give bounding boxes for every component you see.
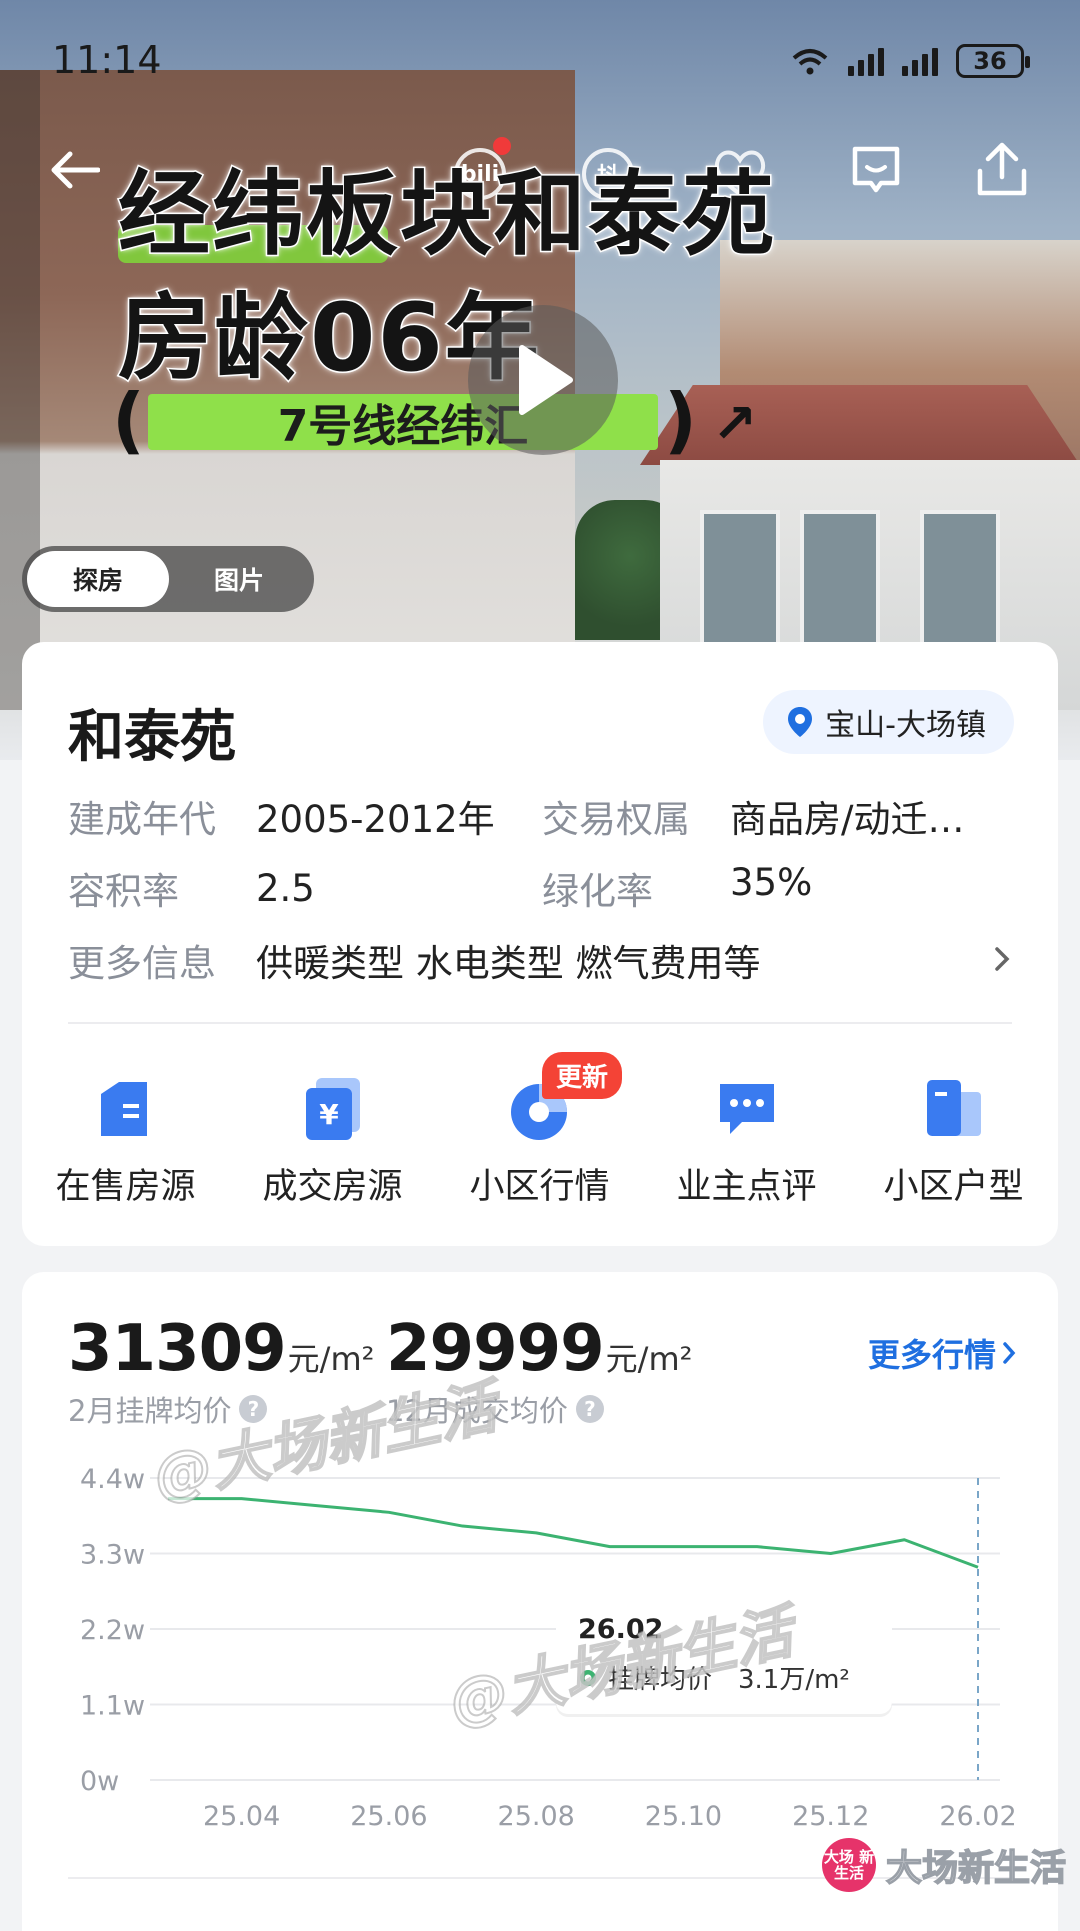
- green-rate-label: 绿化率: [542, 870, 653, 913]
- status-bar: 11:14 36: [0, 0, 1080, 110]
- paren-open: (: [112, 378, 145, 462]
- action-row: 在售房源 ¥ 成交房源 小区行情 业主点评 小区户型 更新: [22, 1052, 1058, 1209]
- plot-ratio-label: 容积率: [68, 870, 179, 913]
- series-line: [168, 1497, 979, 1569]
- y-tick-label: 3.3w: [80, 1540, 145, 1571]
- brand-logo: 大场 新生活: [822, 1838, 876, 1892]
- y-tick-label: 2.2w: [80, 1615, 145, 1646]
- action-label-floorplans: 小区户型: [883, 1167, 1024, 1207]
- info-row-year: 建成年代 2005-2012年 交易权属 商品房/动迁…: [68, 780, 1018, 852]
- tab-photos[interactable]: 图片: [169, 551, 309, 607]
- brand-watermark: 大场 新生活 大场新生活: [822, 1838, 1067, 1892]
- chat-button[interactable]: [846, 140, 906, 200]
- brand-name: 大场新生活: [885, 1847, 1067, 1890]
- action-label-reviews: 业主点评: [676, 1167, 817, 1207]
- community-info-card: 和泰苑 宝山-大场镇 建成年代 2005-2012年 交易权属 商品房/动迁… …: [22, 642, 1058, 1246]
- chevron-right-icon: [995, 947, 1010, 971]
- location-pill[interactable]: 宝山-大场镇: [763, 690, 1014, 754]
- svg-text:¥: ¥: [319, 1098, 339, 1131]
- chat-icon: [852, 146, 900, 193]
- update-badge: 更新: [542, 1052, 623, 1099]
- status-time: 11:14: [52, 38, 162, 82]
- divider: [68, 1022, 1012, 1024]
- more-info-value: 供暖类型 水电类型 燃气费用等: [256, 942, 761, 985]
- action-deals[interactable]: ¥ 成交房源: [229, 1052, 436, 1209]
- action-floorplans[interactable]: 小区户型: [850, 1052, 1057, 1209]
- plot-ratio-value: 2.5: [256, 866, 315, 910]
- tab-tanfang[interactable]: 探房: [27, 551, 169, 607]
- location-pin-icon: [788, 707, 813, 737]
- y-tick-label: 1.1w: [80, 1691, 145, 1722]
- listing-icon: [100, 1082, 147, 1136]
- share-button[interactable]: [972, 140, 1032, 200]
- back-button[interactable]: [44, 140, 104, 200]
- build-year-label: 建成年代: [68, 798, 216, 841]
- x-tick-label: 25.12: [792, 1801, 869, 1832]
- deal-yuan-icon: ¥: [305, 1078, 360, 1140]
- floorplan-icon: [926, 1080, 981, 1136]
- more-info-label: 更多信息: [68, 942, 216, 985]
- community-name: 和泰苑: [68, 705, 236, 770]
- action-for-sale[interactable]: 在售房源: [22, 1052, 229, 1209]
- media-tabs: 探房 图片: [22, 546, 314, 612]
- build-year-value: 2005-2012年: [256, 798, 495, 841]
- info-grid: 建成年代 2005-2012年 交易权属 商品房/动迁… 容积率 2.5 绿化率…: [68, 780, 1018, 996]
- signal-icon: [848, 46, 884, 76]
- back-arrow-icon: [51, 151, 100, 189]
- x-tick-label: 25.06: [350, 1801, 427, 1832]
- x-tick-label: 26.02: [939, 1801, 1016, 1832]
- y-tick-label: 0w: [80, 1766, 119, 1797]
- more-info-row[interactable]: 更多信息 供暖类型 水电类型 燃气费用等: [68, 924, 1018, 996]
- info-row-ratio: 容积率 2.5 绿化率 35%: [68, 852, 1018, 924]
- paren-close: ): [664, 378, 697, 462]
- battery-icon: 36: [956, 44, 1030, 78]
- comment-bubble-icon: [719, 1084, 774, 1134]
- play-button[interactable]: [468, 305, 618, 455]
- share-icon: [977, 142, 1027, 196]
- green-rate-value: 35%: [730, 861, 813, 904]
- location-text: 宝山-大场镇: [825, 708, 986, 743]
- action-reviews[interactable]: 业主点评: [643, 1052, 850, 1209]
- x-tick-label: 25.08: [498, 1801, 575, 1832]
- signal-2-icon: [902, 46, 938, 76]
- y-tick-label: 4.4w: [80, 1464, 145, 1495]
- action-label-deals: 成交房源: [262, 1167, 403, 1207]
- video-title-line1: 经纬板块和泰苑: [116, 160, 777, 270]
- price-trend-card: 31309元/m² 2月挂牌均价? 29999元/m² 12月成交均价? 更多行…: [22, 1272, 1058, 1931]
- ownership-value: 商品房/动迁…: [730, 798, 965, 841]
- play-icon: [519, 345, 573, 415]
- x-tick-label: 25.10: [645, 1801, 722, 1832]
- pavilion-roof-image: [640, 385, 1080, 465]
- action-label-market: 小区行情: [469, 1167, 610, 1207]
- ownership-label: 交易权属: [542, 798, 690, 841]
- action-label-for-sale: 在售房源: [55, 1167, 196, 1207]
- price-trend-chart[interactable]: 4.4w 3.3w 2.2w 1.1w 0w 25.04 25.06 25.08 25.10 25…: [22, 1272, 1058, 1931]
- wifi-icon: [792, 49, 828, 75]
- arrow-northeast-icon: ↗: [712, 392, 758, 455]
- x-tick-label: 25.04: [203, 1801, 280, 1832]
